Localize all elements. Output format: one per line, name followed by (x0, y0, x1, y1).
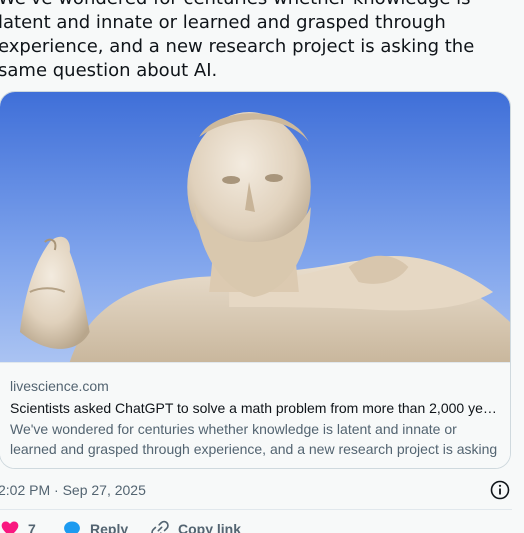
copy-link-label: Copy link (178, 521, 242, 533)
reply-button[interactable]: Reply (62, 517, 128, 533)
link-icon (151, 520, 169, 533)
link-card-body[interactable]: livescience.com Scientists asked ChatGPT… (0, 362, 510, 468)
like-count: 7 (28, 521, 36, 533)
post-text: We've wondered for centuries whether kno… (0, 0, 475, 81)
divider (0, 509, 512, 510)
info-icon[interactable] (489, 479, 511, 501)
action-bar: 7 Reply Copy link (0, 517, 524, 533)
copy-link-button[interactable]: Copy link (150, 517, 241, 533)
reply-label: Reply (90, 521, 129, 533)
like-button[interactable]: 7 (0, 517, 36, 533)
article-image (0, 92, 510, 362)
card-title[interactable]: Scientists asked ChatGPT to solve a math… (10, 398, 500, 418)
post-timestamp[interactable]: 2:02 PM · Sep 27, 2025 (0, 480, 146, 500)
card-domain: livescience.com (10, 378, 109, 394)
link-preview-card[interactable]: livescience.com Scientists asked ChatGPT… (0, 91, 511, 469)
reply-bubble-icon (64, 521, 80, 533)
heart-icon (1, 521, 19, 533)
card-description: We've wondered for centuries whether kno… (10, 421, 498, 457)
